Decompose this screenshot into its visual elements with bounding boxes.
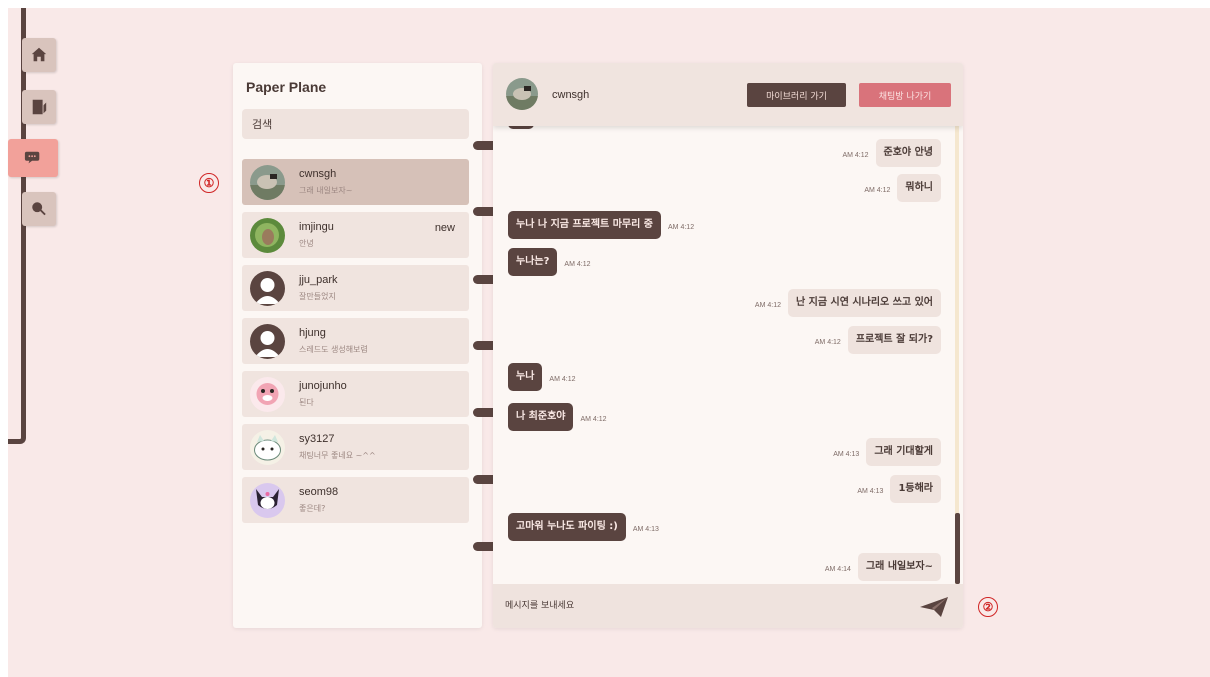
go-library-button[interactable]: 마이브러리 가기 xyxy=(747,83,846,107)
message-row: AM 4:12 프로젝트 잘 되가? xyxy=(808,326,941,354)
chat-name: jju_park xyxy=(299,274,338,286)
chat-name: sy3127 xyxy=(299,433,335,445)
message-row: AM 4:12 뭐하니 xyxy=(857,174,941,202)
message-bubble: 그래 기대할게 xyxy=(866,438,941,466)
chat-list-item[interactable]: sy3127 채팅너무 좋네요 ~^^ xyxy=(242,424,469,470)
nav-home-button[interactable] xyxy=(22,38,56,72)
avatar xyxy=(250,430,285,465)
avatar xyxy=(506,78,538,110)
app-title: Paper Plane xyxy=(246,79,327,95)
avatar xyxy=(250,483,285,518)
chat-preview: 스레드도 생성해보렴 xyxy=(299,345,368,354)
message-row: 나 최준호야 AM 4:12 xyxy=(508,403,614,431)
chat-header: cwnsgh 마이브러리 가기 채팅방 나가기 xyxy=(493,63,963,126)
message-bubble: 고마워 누나도 파이팅 :) xyxy=(508,513,626,541)
annotation-marker-2: ② xyxy=(978,597,998,617)
home-icon xyxy=(31,47,47,62)
message-bubble: 나 최준호야 xyxy=(508,403,574,431)
message-row: AM 4:13 1등해라 xyxy=(850,475,941,503)
chat-preview: 된다 xyxy=(299,398,314,407)
annotation-marker-1: ① xyxy=(199,173,219,193)
new-badge: new xyxy=(434,222,455,234)
chat-preview: 좋은데? xyxy=(299,504,326,513)
chat-list-panel: Paper Plane cwnsgh 그래 내일보자~ imjingu 안녕 n… xyxy=(233,63,482,628)
message-row: AM 4:12 난 지금 시연 시나리오 쓰고 있어 xyxy=(748,289,941,317)
message-bubble: 누나 xyxy=(508,363,543,391)
chat-list-item[interactable]: jju_park 잘만들었지 xyxy=(242,265,469,311)
message-row: 누나 AM 4:12 xyxy=(508,363,582,391)
message-input[interactable] xyxy=(505,593,905,619)
chat-partner-name: cwnsgh xyxy=(552,89,590,101)
message-time: AM 4:12 xyxy=(549,376,576,383)
leave-chat-button[interactable]: 채팅방 나가기 xyxy=(859,83,951,107)
chat-icon xyxy=(24,151,40,164)
avatar xyxy=(250,377,285,412)
avatar xyxy=(250,218,285,253)
chat-list-item[interactable]: imjingu 안녕 new xyxy=(242,212,469,258)
left-edge xyxy=(0,0,8,677)
message-time: AM 4:12 xyxy=(668,224,695,231)
chat-room-panel: cwnsgh 마이브러리 가기 채팅방 나가기 AM 4:12 준호야 안녕 A… xyxy=(493,63,963,628)
message-row: 고마워 누나도 파이팅 :) AM 4:13 xyxy=(508,513,666,541)
chat-list-item[interactable]: seom98 좋은데? xyxy=(242,477,469,523)
composer-bar xyxy=(493,584,963,628)
chat-name: hjung xyxy=(299,327,326,339)
avatar xyxy=(250,165,285,200)
top-edge xyxy=(0,0,1210,8)
scrollbar-thumb[interactable] xyxy=(955,513,960,584)
chat-name: cwnsgh xyxy=(299,168,337,180)
message-time: AM 4:12 xyxy=(814,339,841,346)
nav-rail xyxy=(8,8,26,444)
chat-list-item[interactable]: junojunho 된다 xyxy=(242,371,469,417)
message-bubble: 준호야 안녕 xyxy=(875,139,941,167)
chat-name: seom98 xyxy=(299,486,339,498)
chat-preview: 안녕 xyxy=(299,239,314,248)
message-time: AM 4:12 xyxy=(580,416,607,423)
message-bubble: 누나는? xyxy=(508,248,558,276)
message-time: AM 4:12 xyxy=(754,302,781,309)
feed-icon xyxy=(32,99,47,115)
chat-preview: 잘만들었지 xyxy=(299,292,336,301)
search-icon xyxy=(32,202,46,216)
message-bubble: 프로젝트 잘 되가? xyxy=(847,326,941,354)
search-input[interactable] xyxy=(242,109,469,139)
message-row: 누나는? AM 4:12 xyxy=(508,248,597,276)
chat-preview: 그래 내일보자~ xyxy=(299,186,353,195)
message-row: AM 4:13 그래 기대할게 xyxy=(826,438,941,466)
chat-name: imjingu xyxy=(299,221,334,233)
message-bubble: 누나 나 지금 프로젝트 마무리 중 xyxy=(508,211,662,239)
chat-name: junojunho xyxy=(299,380,347,392)
message-row: AM 4:14 그래 내일보자~ xyxy=(818,553,941,581)
avatar xyxy=(250,324,285,359)
avatar xyxy=(250,271,285,306)
chat-list-item[interactable]: hjung 스레드도 생성해보렴 xyxy=(242,318,469,364)
message-time: AM 4:12 xyxy=(564,261,591,268)
message-bubble: 그래 내일보자~ xyxy=(857,553,941,581)
message-row: AM 4:12 준호야 안녕 xyxy=(835,139,941,167)
message-time: AM 4:12 xyxy=(864,187,891,194)
nav-search-button[interactable] xyxy=(22,192,56,226)
message-time: AM 4:13 xyxy=(833,451,860,458)
chat-preview: 채팅너무 좋네요 ~^^ xyxy=(299,451,376,460)
message-bubble: 1등해라 xyxy=(890,475,941,503)
message-bubble: 뭐하니 xyxy=(897,174,941,202)
send-icon[interactable] xyxy=(919,596,949,618)
nav-feed-button[interactable] xyxy=(22,90,56,124)
message-time: AM 4:14 xyxy=(824,566,851,573)
message-time: AM 4:12 xyxy=(842,152,869,159)
message-time: AM 4:13 xyxy=(632,526,659,533)
message-time: AM 4:13 xyxy=(857,488,884,495)
chat-list-item[interactable]: cwnsgh 그래 내일보자~ xyxy=(242,159,469,205)
nav-chat-button[interactable] xyxy=(8,139,58,177)
message-bubble: 난 지금 시연 시나리오 쓰고 있어 xyxy=(787,289,941,317)
message-row: 누나 나 지금 프로젝트 마무리 중 AM 4:12 xyxy=(508,211,701,239)
